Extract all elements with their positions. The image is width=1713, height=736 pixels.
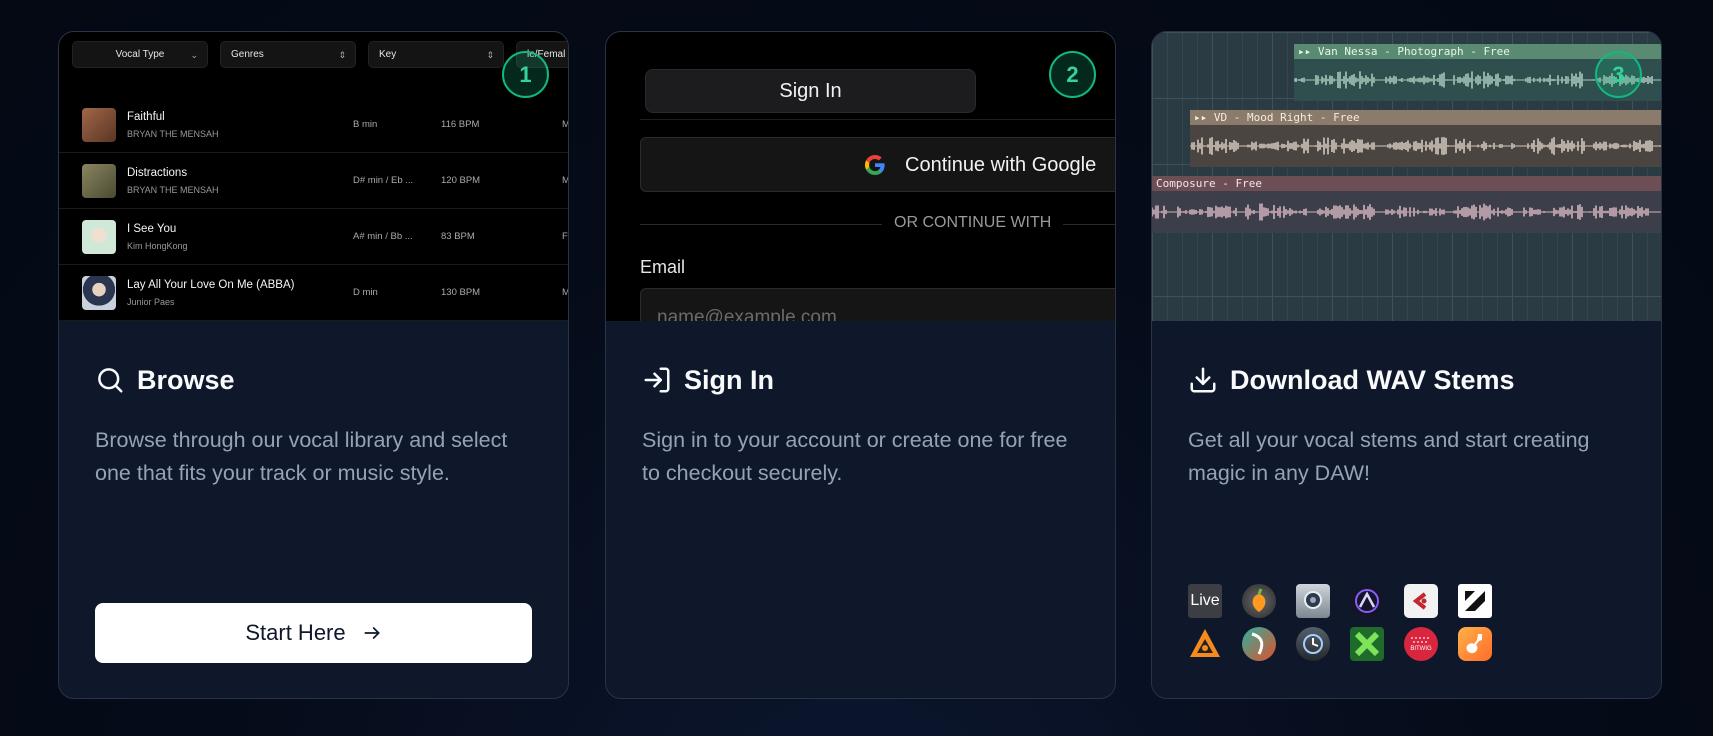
track-key: D min — [353, 287, 378, 298]
clip-label: ▸▸ VD - Mood Right - Free — [1190, 110, 1661, 125]
track-row[interactable]: Faithful BRYAN THE MENSAH B min 116 BPM … — [59, 97, 568, 153]
sign-in-tab[interactable]: Sign In — [645, 69, 976, 113]
sign-in-preview: Sign In Continue with Google OR CONTINUE… — [606, 32, 1115, 321]
waveform — [1190, 125, 1661, 167]
audio-clip: ▸▸ VD - Mood Right - Free — [1190, 110, 1661, 167]
bitwig-logo-text: BITWIG — [1410, 646, 1432, 652]
card-description: Browse through our vocal library and sel… — [95, 428, 508, 485]
track-key: D# min / Eb ... — [353, 175, 414, 186]
sign-in-card: Sign In Continue with Google OR CONTINUE… — [605, 31, 1116, 699]
card-title: Browse — [137, 364, 235, 395]
ableton-live-icon: Live — [1188, 584, 1222, 618]
reaper-icon — [1242, 627, 1276, 661]
track-artist: BRYAN THE MENSAH — [127, 128, 219, 139]
browse-preview: Vocal Type ⌄ Genres ⇕ Key ⇕ le/Femal Fai… — [59, 32, 568, 321]
track-artist: Junior Paes — [127, 296, 175, 307]
track-row[interactable]: Distractions BRYAN THE MENSAH D# min / E… — [59, 153, 568, 209]
track-bpm: 120 BPM — [441, 175, 481, 186]
chevron-down-icon: ⌄ — [190, 50, 198, 60]
clip-title: Composure - Free — [1156, 177, 1262, 190]
vocal-type-filter[interactable]: Vocal Type ⌄ — [72, 41, 208, 68]
clip-label: Composure - Free — [1152, 176, 1661, 191]
email-input[interactable]: name@example.com — [640, 288, 1115, 321]
track-name: Lay All Your Love On Me (ABBA) — [127, 278, 295, 291]
grid-line — [1152, 32, 1661, 33]
clip-title: VD - Mood Right - Free — [1213, 111, 1360, 124]
mixcraft-icon — [1350, 627, 1384, 661]
filter-bar: Vocal Type ⌄ Genres ⇕ Key ⇕ le/Femal — [72, 41, 568, 68]
live-logo-text: Live — [1190, 592, 1220, 609]
daw-icon-grid: Live BITWIG — [1188, 584, 1492, 661]
card-description: Get all your vocal stems and start creat… — [1188, 428, 1590, 485]
browse-card: Vocal Type ⌄ Genres ⇕ Key ⇕ le/Femal Fai… — [58, 31, 569, 699]
pro-tools-icon — [1350, 584, 1384, 618]
fl-studio-icon — [1242, 584, 1276, 618]
studio-one-icon — [1458, 584, 1492, 618]
sign-in-icon — [644, 367, 670, 393]
key-filter[interactable]: Key ⇕ — [368, 41, 504, 68]
track-row[interactable]: I See You Kim HongKong A# min / Bb ... 8… — [59, 209, 568, 265]
track-cover — [82, 219, 116, 254]
track-artist: BRYAN THE MENSAH — [127, 184, 219, 195]
track-bpm: 83 BPM — [441, 231, 475, 242]
track-list: Faithful BRYAN THE MENSAH B min 116 BPM … — [59, 97, 568, 321]
search-icon — [98, 368, 123, 393]
chevron-updown-icon: ⇕ — [338, 50, 346, 60]
card-title: Download WAV Stems — [1230, 364, 1515, 395]
track-gender: M — [562, 287, 568, 298]
track-name: I See You — [127, 222, 177, 235]
track-artist: Kim HongKong — [127, 240, 188, 251]
cubase-icon — [1404, 584, 1438, 618]
step-badge: 2 — [1049, 51, 1096, 98]
track-cover — [82, 107, 116, 142]
track-cover — [82, 275, 116, 310]
card-title: Sign In — [684, 364, 774, 395]
step-badge: 3 — [1595, 51, 1642, 98]
start-here-button[interactable]: Start Here — [95, 603, 532, 663]
email-label: Email — [640, 257, 686, 277]
step-badge: 1 — [502, 51, 549, 98]
button-label: Start Here — [245, 620, 346, 645]
continue-with-google-button[interactable]: Continue with Google — [640, 137, 1115, 192]
reason-icon — [1188, 627, 1222, 661]
track-name: Distractions — [127, 166, 188, 179]
waveform-path — [1190, 137, 1661, 155]
waveform — [1152, 191, 1661, 233]
track-gender: Fe — [562, 231, 568, 242]
grid-line — [1152, 296, 1661, 297]
track-key: B min — [353, 119, 378, 130]
filter-label: Vocal Type — [115, 49, 165, 60]
track-bpm: 130 BPM — [441, 287, 481, 298]
or-continue-with-label: OR CONTINUE WITH — [882, 214, 1064, 232]
audio-clip: Composure - Free — [1152, 176, 1661, 233]
track-cover — [82, 163, 116, 198]
google-button-label: Continue with Google — [905, 154, 1097, 176]
daw-preview: ▸▸ Van Nessa - Photograph - Free ▸▸ VD -… — [1152, 32, 1661, 321]
logic-pro-icon — [1296, 584, 1330, 618]
download-card: ▸▸ Van Nessa - Photograph - Free ▸▸ VD -… — [1151, 31, 1662, 699]
divider — [640, 119, 1115, 120]
chevron-updown-icon: ⇕ — [486, 50, 494, 60]
clip-title: Van Nessa - Photograph - Free — [1317, 45, 1510, 58]
track-gender: M — [562, 119, 568, 130]
waveform-path — [1152, 203, 1661, 221]
card-description: Sign in to your account or create one fo… — [642, 428, 1068, 485]
download-icon — [1190, 367, 1216, 393]
filter-label: Genres — [231, 49, 264, 60]
genres-filter[interactable]: Genres ⇕ — [220, 41, 356, 68]
bitwig-icon: BITWIG — [1404, 627, 1438, 661]
digital-performer-icon — [1296, 627, 1330, 661]
arrow-right-icon — [364, 627, 380, 639]
track-bpm: 116 BPM — [441, 119, 480, 130]
track-row[interactable]: Lay All Your Love On Me (ABBA) Junior Pa… — [59, 265, 568, 321]
track-gender: M — [562, 175, 568, 186]
garageband-icon — [1458, 627, 1492, 661]
google-icon — [865, 155, 885, 175]
track-key: A# min / Bb ... — [353, 231, 413, 242]
track-name: Faithful — [127, 110, 165, 123]
filter-label: Key — [379, 49, 397, 60]
